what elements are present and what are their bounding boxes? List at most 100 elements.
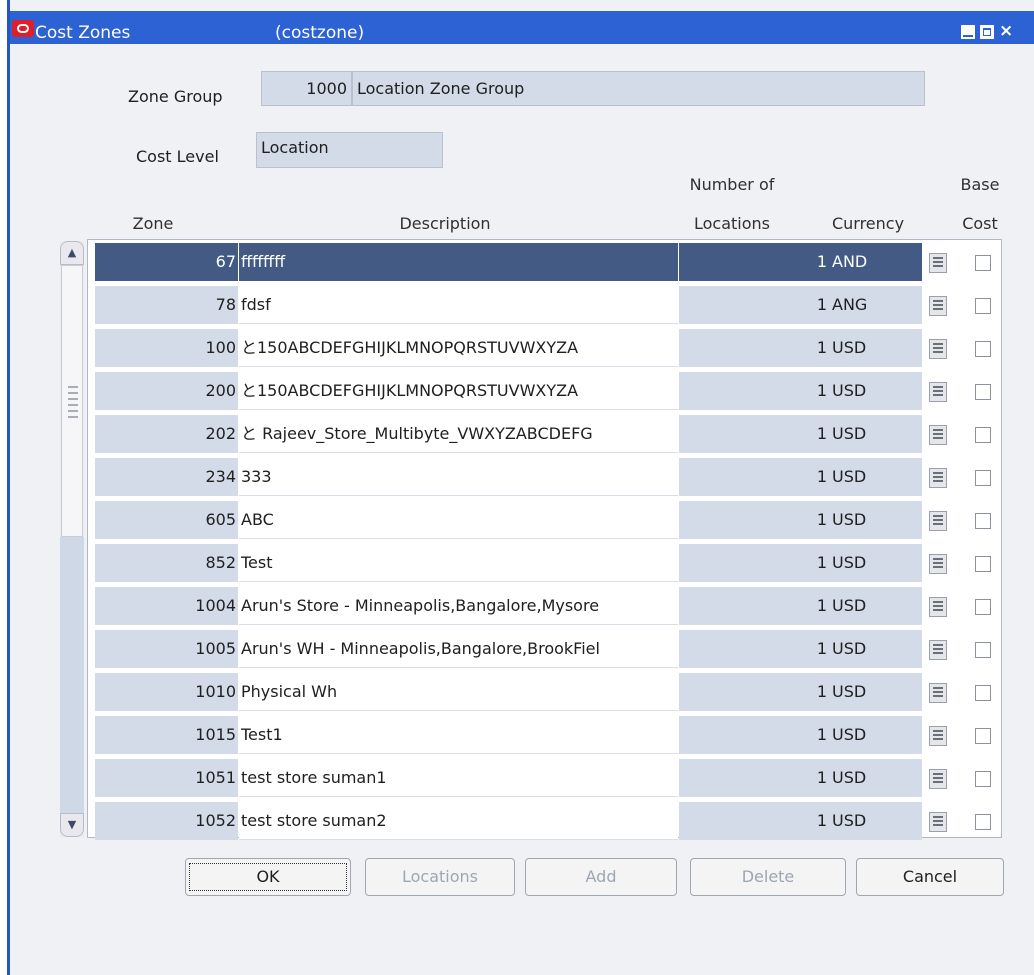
base-cost-checkbox[interactable] — [975, 384, 991, 400]
list-of-values-icon[interactable] — [929, 726, 947, 746]
list-of-values-icon[interactable] — [929, 296, 947, 316]
table-row[interactable]: 1010 Physical Wh 1 USD — [95, 671, 1000, 713]
list-of-values-icon[interactable] — [929, 468, 947, 488]
list-of-values-icon[interactable] — [929, 683, 947, 703]
zone-cell[interactable]: 1004 — [95, 587, 238, 625]
base-cost-checkbox[interactable] — [975, 427, 991, 443]
list-of-values-icon[interactable] — [929, 382, 947, 402]
description-cell[interactable]: と Rajeev_Store_Multibyte_VWXYZABCDEFG — [239, 415, 678, 453]
description-cell[interactable]: と150ABCDEFGHIJKLMNOPQRSTUVWXYZA — [239, 329, 678, 367]
description-cell[interactable]: Arun's Store - Minneapolis,Bangalore,Mys… — [239, 587, 678, 625]
base-cost-checkbox[interactable] — [975, 642, 991, 658]
list-of-values-icon[interactable] — [929, 511, 947, 531]
delete-button[interactable]: Delete — [690, 858, 846, 896]
list-of-values-icon[interactable] — [929, 597, 947, 617]
num-locations-cell[interactable]: 1 — [679, 415, 829, 453]
scroll-thumb[interactable] — [61, 265, 83, 537]
list-of-values-icon[interactable] — [929, 253, 947, 273]
currency-cell[interactable]: USD — [829, 630, 922, 668]
description-cell[interactable]: test store suman2 — [239, 802, 678, 840]
base-cost-checkbox[interactable] — [975, 685, 991, 701]
num-locations-cell[interactable]: 1 — [679, 759, 829, 797]
title-bar[interactable]: Cost Zones (costzone) × — [10, 11, 1034, 44]
zone-group-desc-field[interactable]: Location Zone Group — [352, 71, 925, 106]
list-of-values-icon[interactable] — [929, 339, 947, 359]
table-row[interactable]: 67 ffffffff 1 AND — [95, 241, 1000, 283]
zone-cell[interactable]: 100 — [95, 329, 238, 367]
cost-level-field[interactable]: Location — [256, 132, 443, 168]
list-of-values-icon[interactable] — [929, 769, 947, 789]
currency-cell[interactable]: USD — [829, 501, 922, 539]
zone-cell[interactable]: 202 — [95, 415, 238, 453]
table-row[interactable]: 852 Test 1 USD — [95, 542, 1000, 584]
currency-cell[interactable]: ANG — [829, 286, 922, 324]
table-row[interactable]: 200 と150ABCDEFGHIJKLMNOPQRSTUVWXYZA 1 USD — [95, 370, 1000, 412]
table-row[interactable]: 1004 Arun's Store - Minneapolis,Bangalore… — [95, 585, 1000, 627]
scroll-track[interactable] — [60, 537, 84, 813]
description-cell[interactable]: Arun's WH - Minneapolis,Bangalore,BrookF… — [239, 630, 678, 668]
description-cell[interactable]: Physical Wh — [239, 673, 678, 711]
zone-cell[interactable]: 200 — [95, 372, 238, 410]
ok-button[interactable]: OK — [185, 858, 351, 896]
num-locations-cell[interactable]: 1 — [679, 458, 829, 496]
currency-cell[interactable]: USD — [829, 802, 922, 840]
description-cell[interactable]: ABC — [239, 501, 678, 539]
zone-cell[interactable]: 1052 — [95, 802, 238, 840]
table-row[interactable]: 605 ABC 1 USD — [95, 499, 1000, 541]
description-cell[interactable]: Test — [239, 544, 678, 582]
num-locations-cell[interactable]: 1 — [679, 372, 829, 410]
num-locations-cell[interactable]: 1 — [679, 673, 829, 711]
currency-cell[interactable]: AND — [829, 243, 922, 281]
cancel-button[interactable]: Cancel — [856, 858, 1004, 896]
add-button[interactable]: Add — [525, 858, 677, 896]
table-row[interactable]: 78 fdsf 1 ANG — [95, 284, 1000, 326]
num-locations-cell[interactable]: 1 — [679, 587, 829, 625]
zone-cell[interactable]: 1015 — [95, 716, 238, 754]
num-locations-cell[interactable]: 1 — [679, 286, 829, 324]
description-cell[interactable]: と150ABCDEFGHIJKLMNOPQRSTUVWXYZA — [239, 372, 678, 410]
zone-cell[interactable]: 605 — [95, 501, 238, 539]
currency-cell[interactable]: USD — [829, 329, 922, 367]
base-cost-checkbox[interactable] — [975, 298, 991, 314]
base-cost-checkbox[interactable] — [975, 599, 991, 615]
num-locations-cell[interactable]: 1 — [679, 544, 829, 582]
base-cost-checkbox[interactable] — [975, 513, 991, 529]
zone-cell[interactable]: 78 — [95, 286, 238, 324]
vertical-scrollbar[interactable]: ▲ ▼ — [60, 241, 84, 837]
num-locations-cell[interactable]: 1 — [679, 716, 829, 754]
currency-cell[interactable]: USD — [829, 458, 922, 496]
currency-cell[interactable]: USD — [829, 716, 922, 754]
table-row[interactable]: 1051 test store suman1 1 USD — [95, 757, 1000, 799]
base-cost-checkbox[interactable] — [975, 771, 991, 787]
list-of-values-icon[interactable] — [929, 812, 947, 832]
scroll-down-icon[interactable]: ▼ — [60, 813, 84, 837]
table-row[interactable]: 234 333 1 USD — [95, 456, 1000, 498]
zone-cell[interactable]: 1010 — [95, 673, 238, 711]
currency-cell[interactable]: USD — [829, 372, 922, 410]
description-cell[interactable]: test store suman1 — [239, 759, 678, 797]
list-of-values-icon[interactable] — [929, 640, 947, 660]
zone-cell[interactable]: 1051 — [95, 759, 238, 797]
num-locations-cell[interactable]: 1 — [679, 802, 829, 840]
base-cost-checkbox[interactable] — [975, 470, 991, 486]
table-row[interactable]: 202 と Rajeev_Store_Multibyte_VWXYZABCDEFG… — [95, 413, 1000, 455]
table-row[interactable]: 100 と150ABCDEFGHIJKLMNOPQRSTUVWXYZA 1 USD — [95, 327, 1000, 369]
base-cost-checkbox[interactable] — [975, 728, 991, 744]
description-cell[interactable]: Test1 — [239, 716, 678, 754]
scroll-up-icon[interactable]: ▲ — [60, 241, 84, 265]
table-row[interactable]: 1015 Test1 1 USD — [95, 714, 1000, 756]
currency-cell[interactable]: USD — [829, 673, 922, 711]
maximize-icon[interactable] — [980, 25, 994, 39]
base-cost-checkbox[interactable] — [975, 814, 991, 830]
minimize-icon[interactable] — [961, 25, 975, 39]
currency-cell[interactable]: USD — [829, 415, 922, 453]
zone-cell[interactable]: 1005 — [95, 630, 238, 668]
list-of-values-icon[interactable] — [929, 554, 947, 574]
table-row[interactable]: 1052 test store suman2 1 USD — [95, 800, 1000, 842]
zone-cell[interactable]: 67 — [95, 243, 238, 281]
num-locations-cell[interactable]: 1 — [679, 501, 829, 539]
table-row[interactable]: 1005 Arun's WH - Minneapolis,Bangalore,Br… — [95, 628, 1000, 670]
num-locations-cell[interactable]: 1 — [679, 630, 829, 668]
base-cost-checkbox[interactable] — [975, 255, 991, 271]
base-cost-checkbox[interactable] — [975, 556, 991, 572]
